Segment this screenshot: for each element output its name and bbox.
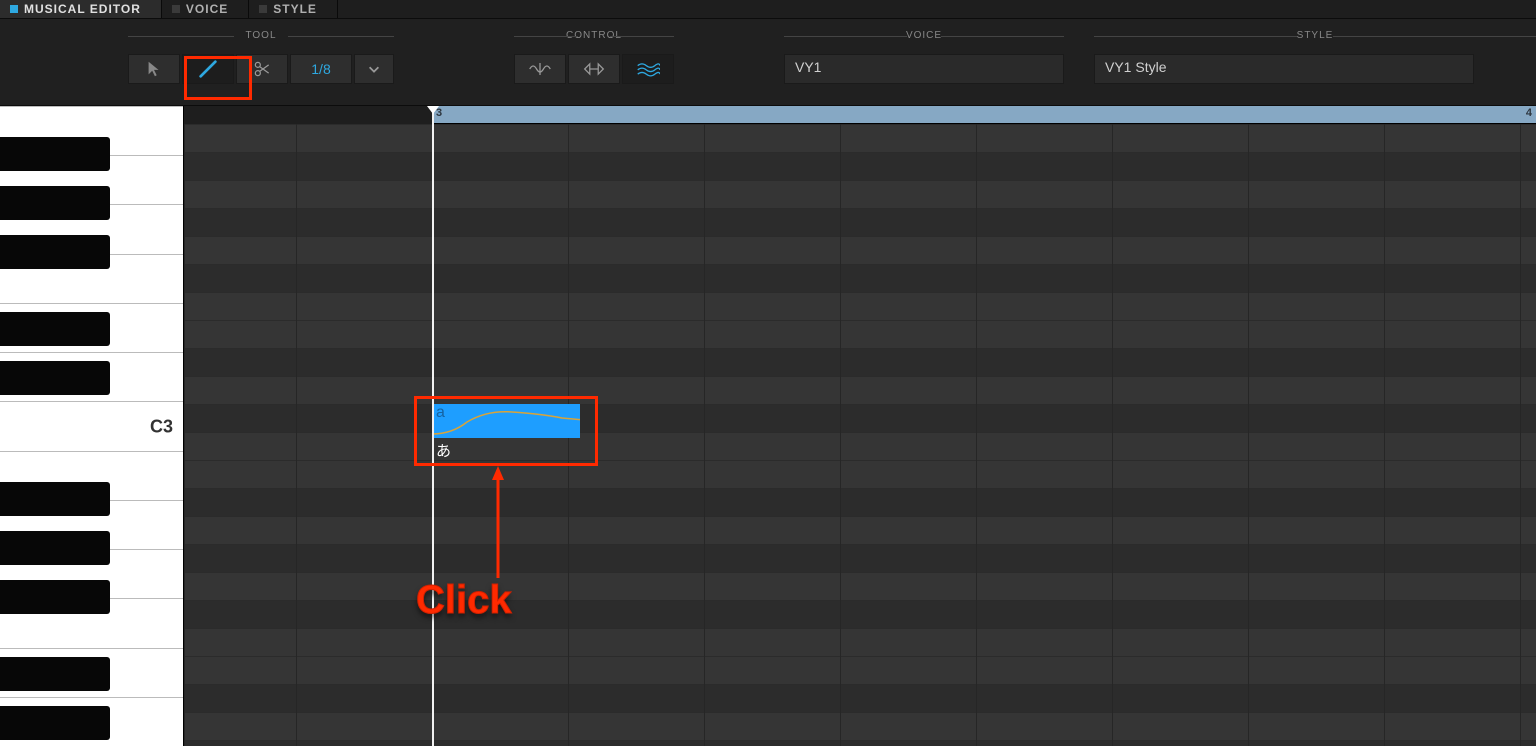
- pitch-curve: [432, 404, 580, 438]
- note-grid[interactable]: [184, 124, 1536, 746]
- tab-label: VOICE: [186, 2, 228, 16]
- grid-row[interactable]: [184, 572, 1536, 600]
- black-key[interactable]: [0, 137, 110, 171]
- quantize-value-button[interactable]: 1/8: [290, 54, 352, 84]
- black-key[interactable]: [0, 361, 110, 395]
- scissors-tool-button[interactable]: [236, 54, 288, 84]
- group-tool: TOOL 1/8: [128, 40, 394, 84]
- group-title: TOOL: [128, 30, 394, 41]
- grid-row[interactable]: [184, 740, 1536, 746]
- tab-label: MUSICAL EDITOR: [24, 2, 141, 16]
- pencil-icon: [197, 58, 219, 80]
- black-key[interactable]: [0, 657, 110, 691]
- grid-row[interactable]: [184, 124, 1536, 152]
- tab-indicator: [259, 5, 267, 13]
- tab-active-indicator: [10, 5, 18, 13]
- black-key[interactable]: [0, 235, 110, 269]
- white-key-c3[interactable]: C3: [0, 401, 183, 450]
- tab-style[interactable]: STYLE: [249, 0, 338, 18]
- grid-row[interactable]: [184, 712, 1536, 740]
- pencil-tool-button[interactable]: [182, 54, 234, 84]
- black-key[interactable]: [0, 186, 110, 220]
- grid-vertical-line: [840, 124, 841, 746]
- grid-row[interactable]: [184, 516, 1536, 544]
- grid-row[interactable]: [184, 460, 1536, 488]
- grid-row[interactable]: [184, 152, 1536, 180]
- group-voice: VOICE VY1: [784, 40, 1064, 84]
- note-block[interactable]: a: [432, 404, 580, 438]
- black-key[interactable]: [0, 531, 110, 565]
- grid-row[interactable]: [184, 544, 1536, 572]
- vibrato-icon: [636, 61, 660, 77]
- grid-vertical-line: [704, 124, 705, 746]
- grid-vertical-line: [1112, 124, 1113, 746]
- black-key[interactable]: [0, 580, 110, 614]
- toolbar: TOOL 1/8 CONTROL: [0, 18, 1536, 106]
- grid-row[interactable]: [184, 180, 1536, 208]
- grid-row[interactable]: [184, 432, 1536, 460]
- playhead[interactable]: [432, 106, 434, 746]
- style-select[interactable]: VY1 Style: [1094, 54, 1474, 84]
- grid-vertical-line: [1248, 124, 1249, 746]
- grid-vertical-line: [296, 124, 297, 746]
- key-label-c3: C3: [150, 416, 173, 437]
- grid-row[interactable]: [184, 320, 1536, 348]
- grid-row[interactable]: [184, 292, 1536, 320]
- tab-label: STYLE: [273, 2, 317, 16]
- tab-musical-editor[interactable]: MUSICAL EDITOR: [0, 0, 162, 18]
- black-key[interactable]: [0, 312, 110, 346]
- tab-voice[interactable]: VOICE: [162, 0, 249, 18]
- chevron-down-icon: [367, 62, 381, 76]
- black-key[interactable]: [0, 482, 110, 516]
- grid-vertical-line: [184, 124, 185, 746]
- voice-value: VY1: [795, 59, 821, 75]
- pointer-icon: [145, 60, 163, 78]
- grid-vertical-line: [1520, 124, 1521, 746]
- vibrato-control-button[interactable]: [622, 54, 674, 84]
- pitch-control-button[interactable]: [514, 54, 566, 84]
- group-title: STYLE: [1094, 30, 1536, 41]
- view-tabs: MUSICAL EDITOR VOICE STYLE: [0, 0, 1536, 18]
- group-style: STYLE VY1 Style: [1094, 40, 1536, 84]
- group-control: CONTROL: [514, 40, 674, 84]
- bar-ruler[interactable]: 3 4: [432, 106, 1536, 124]
- grid-vertical-line: [976, 124, 977, 746]
- quantize-label: 1/8: [311, 61, 330, 77]
- group-title: CONTROL: [514, 30, 674, 41]
- bar-number: 4: [1526, 107, 1532, 119]
- scissors-icon: [252, 59, 272, 79]
- dynamics-control-button[interactable]: [568, 54, 620, 84]
- pitch-wave-icon: [528, 60, 552, 78]
- quantize-dropdown-button[interactable]: [354, 54, 394, 84]
- grid-row[interactable]: [184, 376, 1536, 404]
- grid-row[interactable]: [184, 264, 1536, 292]
- grid-row[interactable]: [184, 600, 1536, 628]
- grid-vertical-line: [1384, 124, 1385, 746]
- editor-body: C3 3 4 a あ: [0, 106, 1536, 746]
- tab-indicator: [172, 5, 180, 13]
- black-key[interactable]: [0, 706, 110, 740]
- style-value: VY1 Style: [1105, 59, 1166, 75]
- grid-row[interactable]: [184, 208, 1536, 236]
- grid-row[interactable]: [184, 348, 1536, 376]
- grid-row[interactable]: [184, 656, 1536, 684]
- grid-row[interactable]: [184, 404, 1536, 432]
- grid-row[interactable]: [184, 628, 1536, 656]
- voice-select[interactable]: VY1: [784, 54, 1064, 84]
- note-lyric[interactable]: あ: [436, 440, 451, 461]
- note-grid-wrapper: 3 4 a あ Click: [184, 106, 1536, 746]
- grid-row[interactable]: [184, 684, 1536, 712]
- dynamics-icon: [583, 60, 605, 78]
- piano-keyboard[interactable]: C3: [0, 106, 184, 746]
- grid-row[interactable]: [184, 236, 1536, 264]
- grid-row[interactable]: [184, 488, 1536, 516]
- group-title: VOICE: [784, 30, 1064, 41]
- pointer-tool-button[interactable]: [128, 54, 180, 84]
